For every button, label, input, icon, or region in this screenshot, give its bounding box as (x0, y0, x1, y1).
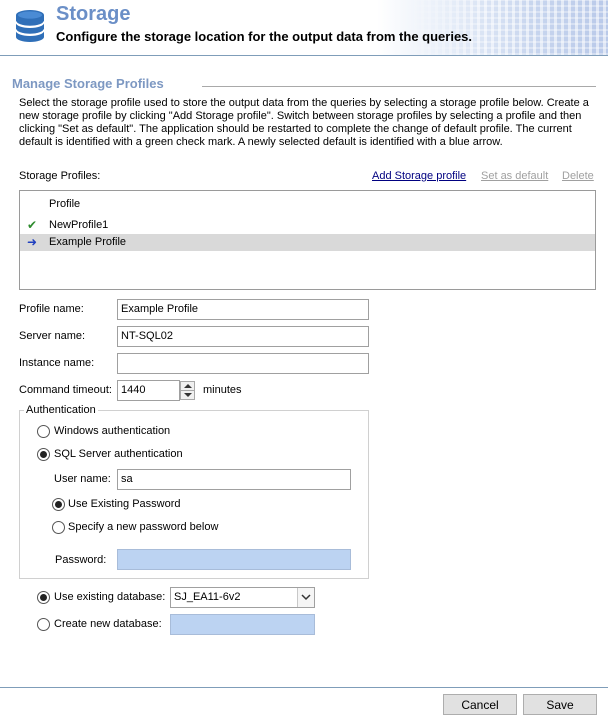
header-divider (0, 55, 608, 56)
database-icon (15, 10, 45, 42)
existing-database-dropdown[interactable]: SJ_EA11-6v2 (170, 587, 315, 608)
instance-name-label: Instance name: (19, 357, 95, 369)
cancel-button[interactable]: Cancel (443, 694, 517, 715)
spin-down-button[interactable] (180, 390, 195, 400)
delete-link[interactable]: Delete (562, 170, 594, 182)
authentication-group-label: Authentication (24, 404, 98, 416)
blue-arrow-icon: ➜ (27, 235, 38, 249)
dropdown-button[interactable] (297, 588, 314, 607)
add-storage-profile-link[interactable]: Add Storage profile (372, 170, 466, 182)
server-name-field[interactable]: NT-SQL02 (117, 326, 369, 347)
server-name-label: Server name: (19, 330, 86, 342)
section-divider (202, 86, 596, 87)
windows-auth-label[interactable]: Windows authentication (54, 425, 170, 437)
profile-name-field[interactable]: Example Profile (117, 299, 369, 320)
user-name-field[interactable]: sa (117, 469, 351, 490)
chevron-down-icon (301, 594, 311, 601)
list-item[interactable]: ➜ Example Profile (20, 234, 595, 251)
new-database-field[interactable] (170, 614, 315, 635)
use-existing-database-label[interactable]: Use existing database: (54, 591, 165, 603)
list-item[interactable]: ✔ NewProfile1 (20, 217, 595, 234)
page-title: Storage (56, 3, 131, 25)
command-timeout-label: Command timeout: (19, 384, 112, 396)
use-existing-database-radio[interactable] (37, 591, 50, 604)
instance-name-field[interactable] (117, 353, 369, 374)
use-existing-password-label[interactable]: Use Existing Password (68, 498, 181, 510)
green-check-icon: ✔ (27, 218, 38, 232)
sql-auth-radio[interactable] (37, 448, 50, 461)
header-banner: Storage Configure the storage location f… (0, 0, 608, 55)
user-name-label: User name: (54, 473, 111, 485)
existing-database-value: SJ_EA11-6v2 (174, 591, 241, 603)
specify-new-password-label[interactable]: Specify a new password below (68, 521, 218, 533)
page-subtitle: Configure the storage location for the o… (56, 29, 473, 44)
command-timeout-field[interactable]: 1440 (117, 380, 180, 401)
profile-name-text: Example Profile (49, 236, 127, 248)
create-new-database-radio[interactable] (37, 618, 50, 631)
section-description: Select the storage profile used to store… (19, 97, 589, 148)
set-as-default-link[interactable]: Set as default (481, 170, 548, 182)
password-label: Password: (55, 554, 107, 566)
storage-profiles-label: Storage Profiles: (19, 170, 101, 182)
list-column-header: Profile (49, 198, 81, 210)
header-pattern (400, 0, 608, 55)
use-existing-password-radio[interactable] (52, 498, 65, 511)
section-title: Manage Storage Profiles (12, 76, 164, 91)
footer-divider (0, 687, 608, 688)
storage-profiles-list[interactable]: Profile ✔ NewProfile1 ➜ Example Profile (19, 190, 596, 290)
arrow-down-icon (184, 393, 192, 397)
timeout-unit-label: minutes (203, 384, 242, 396)
specify-new-password-radio[interactable] (52, 521, 65, 534)
arrow-up-icon (184, 384, 192, 388)
windows-auth-radio[interactable] (37, 425, 50, 438)
password-field[interactable] (117, 549, 351, 570)
save-button[interactable]: Save (523, 694, 597, 715)
profile-name-text: NewProfile1 (49, 219, 109, 231)
sql-auth-label[interactable]: SQL Server authentication (54, 448, 183, 460)
create-new-database-label[interactable]: Create new database: (54, 618, 162, 630)
profile-name-label: Profile name: (19, 303, 84, 315)
